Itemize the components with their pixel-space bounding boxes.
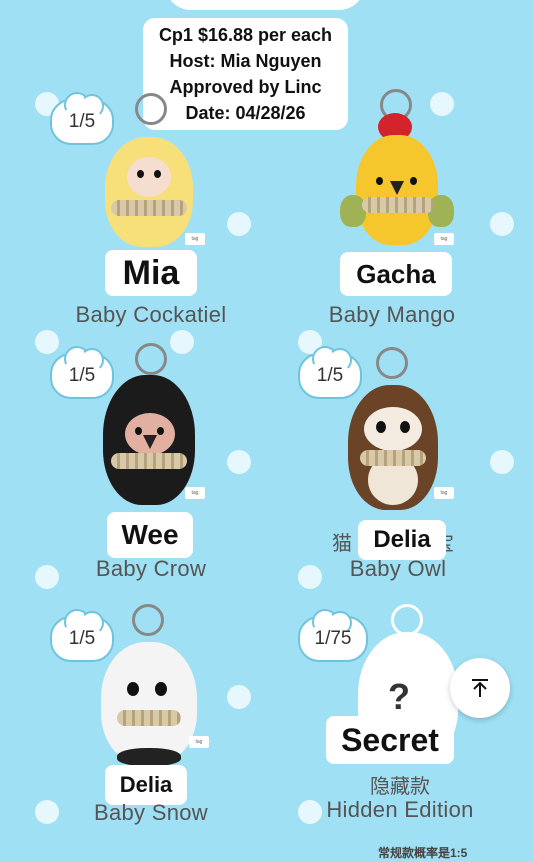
plush-face — [364, 407, 422, 451]
plush-face — [127, 157, 171, 197]
odds-badge: 1/5 — [50, 94, 114, 145]
host-text: Host: Mia Nguyen — [169, 51, 322, 71]
eye — [400, 421, 410, 433]
member-name-label: Wee — [107, 512, 193, 558]
price-text: Cp1 $16.88 per each — [158, 25, 333, 45]
probability-note: 常规款概率是1:5 — [378, 846, 468, 860]
keyring-icon — [376, 347, 408, 379]
eye — [135, 427, 142, 435]
odds-badge: 1/5 — [50, 348, 114, 399]
brand-tag: tag — [185, 487, 205, 499]
plush-wing — [340, 195, 366, 227]
odds-badge: 1/5 — [298, 348, 362, 399]
eye — [410, 177, 417, 185]
member-name-label: Mia — [105, 250, 197, 296]
member-name-label: Delia — [105, 765, 187, 805]
eye — [137, 170, 144, 178]
eye — [155, 682, 167, 696]
item-card-secret[interactable]: 1/75 ? Secret 隐藏款 Hidden Edition — [276, 600, 516, 850]
keyring-icon — [135, 93, 167, 125]
keyring-icon — [132, 604, 164, 636]
ruffle-collar — [111, 453, 187, 469]
brand-tag: tag — [434, 487, 454, 499]
item-name-en: Baby Owl — [349, 556, 447, 581]
member-name-label: Gacha — [340, 252, 452, 296]
brand-tag: tag — [434, 233, 454, 245]
item-card-snow[interactable]: 1/5 tag Delia Baby Snow — [35, 600, 275, 850]
arrow-up-icon — [472, 679, 488, 697]
section-title: ALL MEMBERS — [165, 0, 365, 10]
ruffle-collar — [117, 710, 181, 726]
scroll-to-top-button[interactable] — [450, 658, 510, 718]
eye — [376, 177, 383, 185]
beak — [143, 435, 157, 449]
plush-feet — [117, 748, 181, 766]
brand-tag: tag — [189, 736, 209, 748]
item-name-en: Baby Snow — [94, 800, 208, 825]
keyring-icon — [135, 343, 167, 375]
item-name-en: Baby Cockatiel — [75, 302, 227, 327]
ruffle-collar — [111, 200, 187, 216]
ruffle-collar — [360, 450, 426, 466]
beak — [390, 181, 404, 195]
member-name-label: Secret — [326, 716, 454, 764]
eye — [127, 682, 139, 696]
ruffle-collar — [362, 197, 434, 213]
question-mark: ? — [388, 676, 410, 717]
item-card-mango[interactable]: tag Gacha Baby Mango — [276, 85, 516, 335]
eye — [157, 427, 164, 435]
item-card-owl[interactable]: 1/5 tag 猫 宝 Delia Baby Owl — [276, 335, 516, 585]
eye — [376, 421, 386, 433]
item-name-en: Baby Crow — [95, 556, 207, 581]
odds-badge: 1/5 — [50, 611, 114, 662]
member-name-label: Delia — [358, 520, 446, 560]
eye — [154, 170, 161, 178]
item-name-cn: 隐藏款 — [370, 776, 430, 798]
item-card-cockatiel[interactable]: 1/5 tag Mia Baby Cockatiel — [35, 85, 275, 335]
brand-tag: tag — [185, 233, 205, 245]
item-name-en: Baby Mango — [328, 302, 456, 327]
item-name-en: Hidden Edition — [326, 797, 474, 822]
odds-badge: 1/75 — [298, 611, 368, 662]
plush-figure — [101, 642, 197, 764]
